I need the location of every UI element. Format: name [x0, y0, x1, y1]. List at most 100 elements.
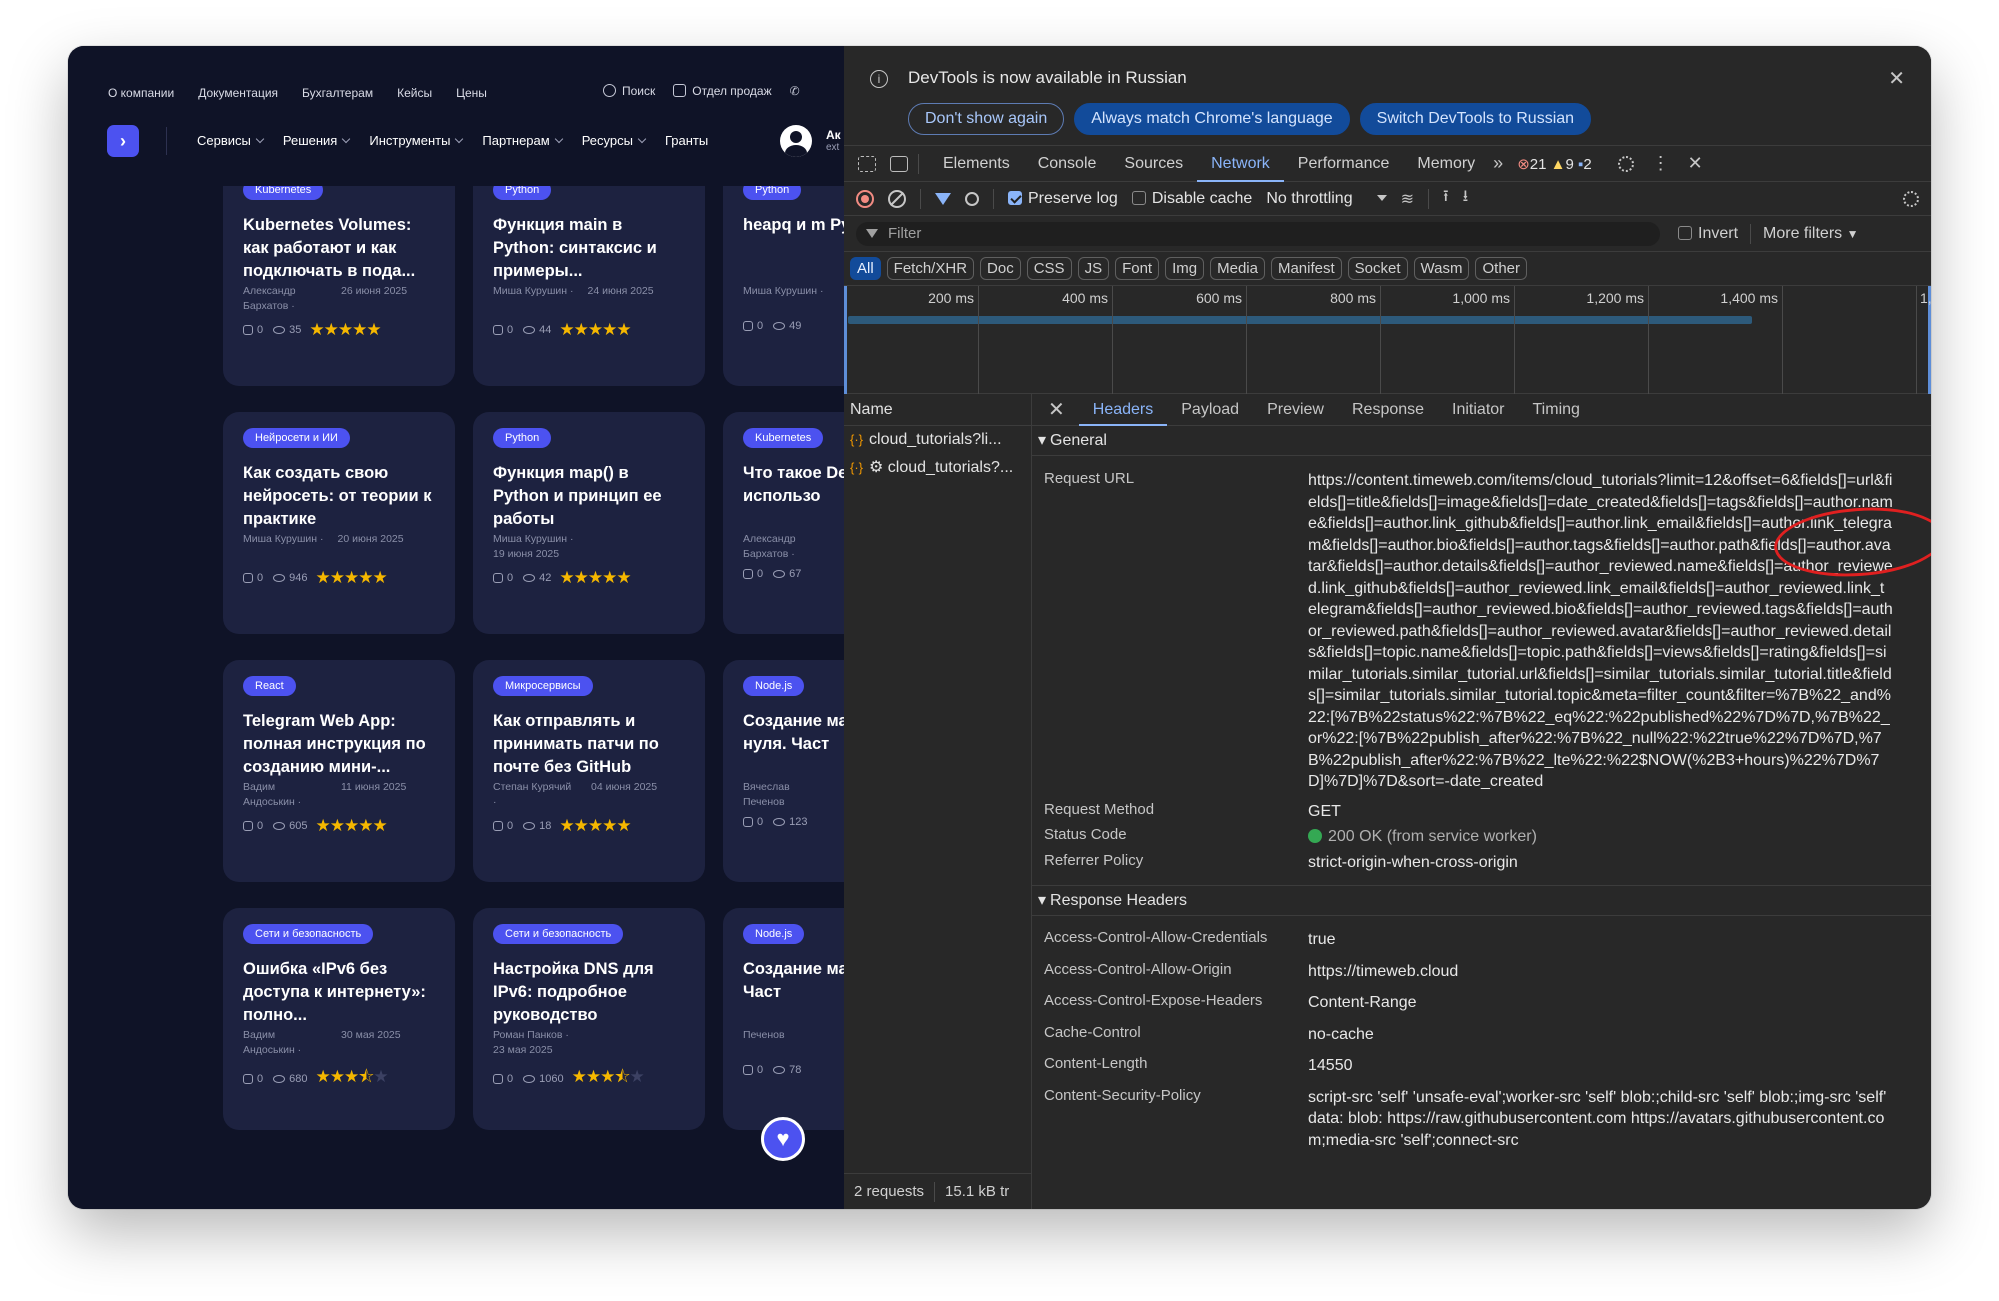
type-filter-css[interactable]: CSS — [1026, 257, 1072, 280]
tab-timing[interactable]: Timing — [1519, 394, 1594, 426]
tab-initiator[interactable]: Initiator — [1438, 394, 1518, 426]
tutorial-card[interactable]: Python Функция main в Python: синтаксис и… — [473, 186, 705, 386]
topic-tag[interactable]: Node.js — [743, 676, 805, 696]
type-filter-js[interactable]: JS — [1077, 257, 1110, 280]
more-tabs-icon[interactable]: » — [1493, 153, 1503, 174]
tutorial-card[interactable]: Микросервисы Как отправлять и принимать п… — [473, 660, 705, 882]
search-link[interactable]: Поиск — [603, 84, 655, 98]
topic-tag[interactable]: Микросервисы — [493, 676, 593, 696]
card-title[interactable]: heapq и m Python — [743, 214, 844, 283]
request-row[interactable]: {·} cloud_tutorials?li... — [844, 426, 1031, 454]
header-value[interactable]: strict-origin-when-cross-origin — [1308, 852, 1893, 874]
disable-cache-checkbox[interactable]: Disable cache — [1131, 190, 1252, 208]
card-title[interactable]: Как создать свою нейросеть: от теории к … — [243, 462, 435, 531]
avatar[interactable] — [780, 125, 812, 157]
network-settings-gear-icon[interactable] — [1903, 190, 1919, 207]
invert-checkbox[interactable]: Invert — [1678, 225, 1738, 243]
header-value[interactable]: Content-Range — [1308, 992, 1893, 1014]
settings-gear-icon[interactable] — [1617, 155, 1634, 172]
top-nav-accountants[interactable]: Бухгалтерам — [302, 86, 373, 100]
import-har-icon[interactable]: ⭱ — [1443, 185, 1449, 212]
preserve-log-checkbox[interactable]: Preserve log — [1008, 190, 1118, 208]
close-icon[interactable]: ✕ — [1888, 66, 1905, 91]
type-filter-doc[interactable]: Doc — [980, 257, 1021, 280]
account-label[interactable]: Ак ext — [826, 128, 841, 153]
topic-tag[interactable]: Python — [743, 186, 802, 200]
card-title[interactable]: Функция main в Python: синтаксис и приме… — [493, 214, 685, 283]
tab-network[interactable]: Network — [1197, 146, 1284, 182]
search-icon[interactable] — [965, 191, 979, 206]
tutorial-card[interactable]: Node.js Создание магазина нуля. ЧастВячес… — [723, 660, 844, 882]
header-value[interactable]: script-src 'self' 'unsafe-eval';worker-s… — [1308, 1087, 1893, 1152]
card-title[interactable]: Как отправлять и принимать патчи по почт… — [493, 710, 685, 779]
top-nav-about[interactable]: О компании — [108, 86, 174, 100]
topic-tag[interactable]: Python — [493, 186, 552, 200]
tab-sources[interactable]: Sources — [1110, 146, 1197, 182]
close-devtools-icon[interactable]: ✕ — [1688, 153, 1703, 174]
response-headers-section-header[interactable]: Response Headers — [1032, 886, 1931, 916]
tutorial-card[interactable]: Python heapq и m Python Миша Курушин · 0 49 — [723, 186, 844, 386]
dont-show-again-button[interactable]: Don't show again — [908, 103, 1065, 135]
type-filter-font[interactable]: Font — [1115, 257, 1160, 280]
tutorial-card[interactable]: Kubernetes Kubernetes Volumes: как работа… — [223, 186, 455, 386]
header-value[interactable]: GET — [1308, 801, 1893, 823]
inspect-element-icon[interactable] — [858, 155, 876, 172]
timeline-left-handle[interactable] — [844, 286, 847, 394]
status-value[interactable]: 200 OK (from service worker) — [1308, 826, 1893, 848]
tab-performance[interactable]: Performance — [1284, 146, 1404, 182]
card-title[interactable]: Ошибка «IPv6 без доступа к интернету»: п… — [243, 958, 435, 1027]
tab-memory[interactable]: Memory — [1403, 146, 1489, 182]
kebab-menu-icon[interactable]: ⋮ — [1652, 153, 1670, 174]
topic-tag[interactable]: Сети и безопасность — [243, 924, 374, 944]
type-filter-media[interactable]: Media — [1210, 257, 1265, 280]
type-filter-img[interactable]: Img — [1165, 257, 1205, 280]
switch-language-button[interactable]: Switch DevTools to Russian — [1359, 103, 1592, 135]
type-filter-manifest[interactable]: Manifest — [1270, 257, 1342, 280]
header-value[interactable]: true — [1308, 929, 1893, 951]
type-filter-other[interactable]: Other — [1475, 257, 1527, 280]
sales-link[interactable]: Отдел продаж — [673, 84, 772, 98]
card-title[interactable]: Telegram Web App: полная инструкция по с… — [243, 710, 435, 779]
clear-icon[interactable] — [888, 189, 906, 208]
menu-resources[interactable]: Ресурсы — [582, 133, 647, 148]
export-har-icon[interactable]: ⭳ — [1463, 185, 1469, 212]
tutorial-card[interactable]: Python Функция map() в Python и принцип е… — [473, 412, 705, 634]
type-filter-socket[interactable]: Socket — [1347, 257, 1408, 280]
menu-services[interactable]: Сервисы — [197, 133, 265, 148]
sidebar-toggle-button[interactable]: › — [107, 125, 139, 157]
tab-console[interactable]: Console — [1024, 146, 1111, 182]
tab-payload[interactable]: Payload — [1167, 394, 1253, 426]
match-language-button[interactable]: Always match Chrome's language — [1074, 103, 1350, 135]
menu-tools[interactable]: Инструменты — [369, 133, 464, 148]
network-conditions-icon[interactable]: ≋ — [1401, 189, 1414, 209]
close-detail-icon[interactable]: ✕ — [1032, 397, 1079, 422]
topic-tag[interactable]: React — [243, 676, 296, 696]
card-title[interactable]: Настройка DNS для IPv6: подробное руково… — [493, 958, 685, 1027]
record-icon[interactable] — [856, 189, 874, 208]
tutorial-card[interactable]: Сети и безопасность Настройка DNS для IPv… — [473, 908, 705, 1130]
header-value[interactable]: 14550 — [1308, 1055, 1893, 1077]
tab-preview[interactable]: Preview — [1253, 394, 1338, 426]
device-toolbar-icon[interactable] — [890, 155, 908, 172]
header-value[interactable]: no-cache — [1308, 1024, 1893, 1046]
phone-icon[interactable]: ✆ — [790, 84, 800, 98]
topic-tag[interactable]: Kubernetes — [243, 186, 324, 200]
header-value[interactable]: https://timeweb.cloud — [1308, 961, 1893, 983]
topic-tag[interactable]: Node.js — [743, 924, 805, 944]
request-row[interactable]: {·} ⚙ cloud_tutorials?... — [844, 454, 1031, 482]
topic-tag[interactable]: Kubernetes — [743, 428, 824, 448]
more-filters-dropdown[interactable]: More filters ▼ — [1763, 225, 1858, 243]
type-filter-all[interactable]: All — [850, 257, 881, 280]
topic-tag[interactable]: Python — [493, 428, 552, 448]
top-nav-docs[interactable]: Документация — [198, 86, 278, 100]
top-nav-prices[interactable]: Цены — [456, 86, 487, 100]
general-section-header[interactable]: General — [1032, 426, 1931, 456]
throttling-select[interactable]: No throttling — [1266, 190, 1386, 208]
tutorial-card[interactable]: React Telegram Web App: полная инструкция… — [223, 660, 455, 882]
tutorial-card[interactable]: Сети и безопасность Ошибка «IPv6 без дост… — [223, 908, 455, 1130]
card-title[interactable]: Функция map() в Python и принцип ее рабо… — [493, 462, 685, 531]
tab-elements[interactable]: Elements — [929, 146, 1024, 182]
name-column-header[interactable]: Name — [844, 394, 1031, 426]
tutorial-card[interactable]: Нейросети и ИИ Как создать свою нейросеть… — [223, 412, 455, 634]
topic-tag[interactable]: Сети и безопасность — [493, 924, 624, 944]
